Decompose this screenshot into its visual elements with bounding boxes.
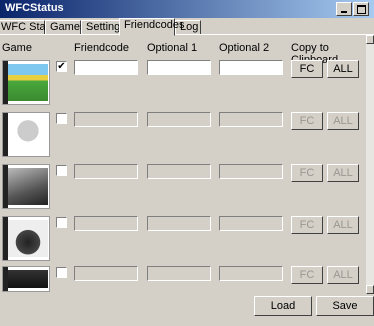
game-enable-checkbox[interactable] [56, 217, 67, 228]
optional1-input[interactable] [147, 164, 211, 179]
game-enable-checkbox[interactable] [56, 267, 67, 278]
scroll-up-arrow-icon[interactable] [366, 35, 374, 44]
game-row: FC ALL [0, 112, 366, 162]
tab-wfc-status[interactable]: WFC Status [0, 20, 60, 35]
header-optional1: Optional 1 [147, 42, 198, 54]
header-optional2: Optional 2 [219, 42, 270, 54]
tab-settings[interactable]: Settings [81, 20, 126, 35]
copy-all-button[interactable]: ALL [327, 216, 359, 234]
copy-all-button[interactable]: ALL [327, 164, 359, 182]
copy-fc-button[interactable]: FC [291, 216, 323, 234]
window-title: WFCStatus [5, 2, 64, 14]
copy-fc-button[interactable]: FC [291, 112, 323, 130]
app-window: WFCStatus WFC Status Games Settings Frie… [0, 0, 374, 326]
friendcode-input[interactable] [74, 164, 138, 179]
optional1-input[interactable] [147, 60, 211, 75]
optional1-input[interactable] [147, 216, 211, 231]
tab-friendcodes[interactable]: Friendcodes [119, 18, 185, 36]
copy-fc-button[interactable]: FC [291, 266, 323, 284]
copy-all-button[interactable]: ALL [327, 60, 359, 78]
maximize-button[interactable] [353, 2, 369, 16]
game-cover-contact [2, 112, 50, 157]
header-friendcode: Friendcode [74, 42, 130, 54]
optional2-input[interactable] [219, 112, 283, 127]
optional1-input[interactable] [147, 266, 211, 281]
copy-fc-button[interactable]: FC [291, 60, 323, 78]
tab-bar: WFC Status Games Settings Friendcodes Lo… [0, 18, 374, 36]
game-cover-metroid [2, 266, 50, 292]
copy-fc-button[interactable]: FC [291, 164, 323, 182]
friendcode-input[interactable] [74, 112, 138, 127]
optional1-input[interactable] [147, 112, 211, 127]
game-row: FC ALL [0, 266, 366, 292]
optional2-input[interactable] [219, 266, 283, 281]
game-cover-mario-kart-ds [2, 216, 50, 261]
friendcode-input[interactable] [74, 266, 138, 281]
scroll-down-arrow-icon[interactable] [366, 285, 374, 294]
load-button[interactable]: Load [254, 296, 312, 316]
friendcode-input[interactable] [74, 60, 138, 75]
game-cover-animal-crossing [2, 60, 50, 105]
friendcode-input[interactable] [74, 216, 138, 231]
game-cover-lost-magic [2, 164, 50, 209]
save-button[interactable]: Save [316, 296, 374, 316]
header-game: Game [2, 42, 32, 54]
game-enable-checkbox[interactable] [56, 165, 67, 176]
copy-all-button[interactable]: ALL [327, 266, 359, 284]
optional2-input[interactable] [219, 60, 283, 75]
game-row: ✔ FC ALL [0, 60, 366, 110]
optional2-input[interactable] [219, 164, 283, 179]
optional2-input[interactable] [219, 216, 283, 231]
game-row: FC ALL [0, 164, 366, 214]
tab-games[interactable]: Games [45, 20, 85, 35]
vertical-scrollbar[interactable] [366, 35, 374, 294]
game-row: FC ALL [0, 216, 366, 266]
copy-all-button[interactable]: ALL [327, 112, 359, 130]
game-enable-checkbox[interactable]: ✔ [56, 61, 67, 72]
minimize-button[interactable] [336, 2, 352, 16]
game-enable-checkbox[interactable] [56, 113, 67, 124]
title-bar: WFCStatus [0, 0, 374, 18]
